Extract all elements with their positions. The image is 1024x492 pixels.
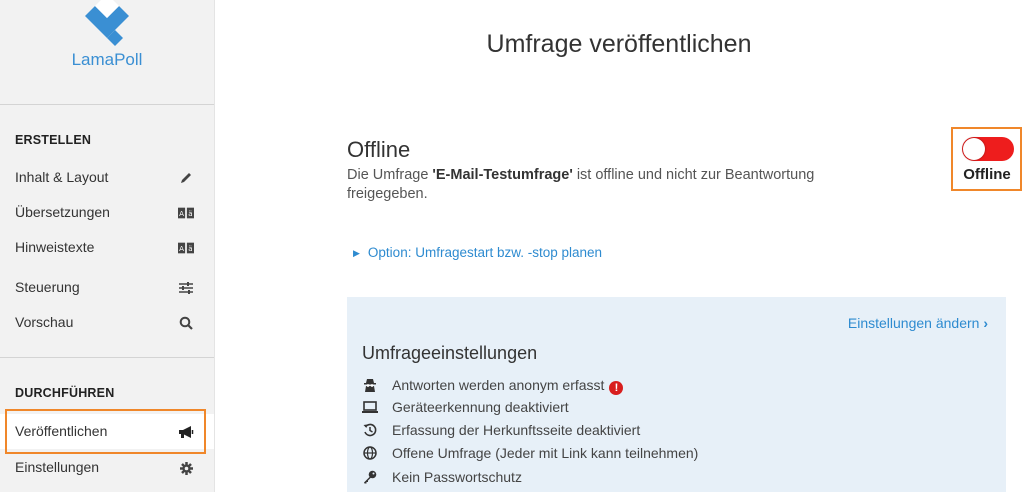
translate-icon: Aä (178, 205, 194, 221)
toggle-status-label: Offline (963, 166, 1011, 183)
sidebar-item-vorschau[interactable]: Vorschau (0, 305, 214, 340)
search-icon (178, 315, 194, 331)
sidebar-item-einstellungen[interactable]: Einstellungen (0, 450, 214, 485)
settings-panel: Einstellungen ändern › Umfrageeinstellun… (347, 297, 1006, 492)
translate-icon: Aä (178, 240, 194, 256)
chevron-right-icon: › (983, 315, 988, 331)
sidebar-item-hinweistexte[interactable]: Hinweistexte Aä (0, 230, 214, 265)
lamapoll-logo-icon (85, 0, 129, 46)
sidebar-item-label: Einstellungen (15, 459, 100, 475)
settings-title: Umfrageeinstellungen (362, 343, 538, 363)
status-description: Die Umfrage 'E-Mail-Testumfrage' ist off… (347, 166, 817, 204)
gear-icon (178, 460, 194, 476)
setting-text: Erfassung der Herkunftsseite deaktiviert (392, 422, 641, 438)
status-desc-prefix: Die Umfrage (347, 167, 433, 183)
sidebar-item-label: Inhalt & Layout (15, 169, 109, 185)
sidebar-item-inhalt-layout[interactable]: Inhalt & Layout (0, 160, 214, 195)
section-heading-durchfuehren: DURCHFÜHREN (15, 386, 115, 400)
highlight-frame (5, 409, 206, 454)
sidebar-item-label: Vorschau (15, 314, 74, 330)
svg-text:A: A (179, 244, 184, 253)
svg-text:A: A (179, 209, 184, 218)
history-icon (362, 422, 378, 438)
schedule-option-label: Option: Umfragestart bzw. -stop planen (367, 245, 603, 260)
caret-right-icon: ▶ (353, 248, 360, 258)
sidebar-item-uebersetzungen[interactable]: Übersetzungen Aä (0, 195, 214, 230)
key-icon (362, 469, 378, 485)
setting-text: Kein Passwortschutz (392, 469, 522, 485)
divider (0, 357, 214, 358)
spy-icon (362, 377, 378, 393)
svg-text:ä: ä (188, 244, 192, 253)
survey-name: 'E-Mail-Testumfrage' (432, 167, 573, 183)
globe-icon (362, 445, 378, 461)
warning-icon[interactable]: ! (609, 381, 624, 395)
schedule-option-link[interactable]: ▶ Option: Umfragestart bzw. -stop planen (353, 245, 602, 260)
sidebar-item-steuerung[interactable]: Steuerung (0, 270, 214, 305)
section-heading-erstellen: ERSTELLEN (15, 133, 92, 147)
app-logo[interactable]: LamaPoll (0, 0, 214, 104)
sidebar-item-label: Hinweistexte (15, 239, 95, 255)
sidebar-item-label: Steuerung (15, 279, 80, 295)
setting-text: Offene Umfrage (Jeder mit Link kann teil… (392, 445, 699, 461)
change-settings-link[interactable]: Einstellungen ändern › (848, 315, 988, 331)
setting-text: Antworten werden anonym erfasst (392, 377, 605, 393)
svg-text:ä: ä (188, 209, 192, 218)
divider (0, 104, 214, 105)
toggle-knob (963, 138, 985, 160)
logo-text: LamaPoll (71, 50, 143, 69)
sidebar-item-label: Übersetzungen (15, 204, 110, 220)
laptop-icon (362, 399, 378, 415)
sliders-icon (178, 280, 194, 296)
setting-text: Geräteerkennung deaktiviert (392, 399, 569, 415)
online-toggle[interactable] (962, 137, 1014, 161)
pencil-icon (178, 170, 194, 186)
page-title: Umfrage veröffentlichen (486, 30, 752, 58)
status-heading: Offline (347, 137, 411, 162)
change-settings-label: Einstellungen ändern (847, 315, 980, 331)
